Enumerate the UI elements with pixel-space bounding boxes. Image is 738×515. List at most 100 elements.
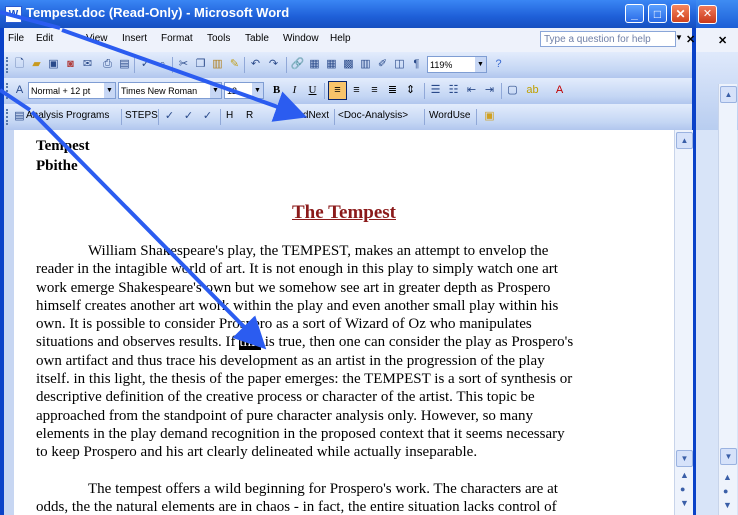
menu-help[interactable]: Help (330, 33, 351, 44)
word-app-icon[interactable]: W (5, 6, 22, 23)
paste-icon[interactable]: ▥ (210, 57, 225, 72)
text-line: The tempest offers a wild beginning for … (88, 481, 558, 497)
research-icon[interactable]: ⌕ (155, 57, 170, 72)
insert-excel-icon[interactable]: ▩ (341, 57, 356, 72)
minimize-icon[interactable]: _ (625, 4, 644, 23)
background-prev-page-icon[interactable]: ▲ (723, 472, 732, 482)
background-vertical-scrollbar[interactable]: ▲ ▼ ▲ ● ▼ (718, 84, 737, 515)
next-page-icon[interactable]: ▼ (680, 498, 689, 508)
menu-file[interactable]: File (8, 33, 24, 44)
format-painter-icon[interactable]: ✎ (227, 57, 242, 72)
toolbar-grip[interactable] (6, 57, 11, 73)
hyperlink-icon[interactable]: 🔗 (290, 57, 305, 72)
toolbar-grip[interactable] (6, 109, 11, 125)
highlight-icon[interactable]: ab (525, 83, 540, 98)
macro-icon[interactable]: ▣ (482, 109, 497, 124)
borders-icon[interactable]: ▢ (505, 83, 520, 98)
italic-icon[interactable]: I (287, 83, 302, 98)
justify-icon[interactable]: ≣ (385, 83, 400, 98)
drawing-icon[interactable]: ✐ (375, 57, 390, 72)
menu-view[interactable]: View (86, 33, 108, 44)
findnext-button[interactable]: FindNext (289, 110, 329, 121)
doc-analysis-button[interactable]: <Doc-Analysis> (338, 110, 408, 121)
menu-tools[interactable]: Tools (207, 33, 230, 44)
background-next-page-icon[interactable]: ▼ (723, 500, 732, 510)
menu-window[interactable]: Window (283, 33, 319, 44)
new-icon[interactable]: 🗋 (12, 57, 27, 72)
document-close-icon[interactable]: ✕ (686, 33, 695, 46)
scroll-down-icon[interactable]: ▼ (676, 450, 693, 467)
ask-dropdown-icon[interactable]: ▼ (675, 33, 683, 42)
font-size-dropdown-icon[interactable]: ▼ (252, 83, 263, 98)
style-combo[interactable]: Normal + 12 pt ▼ (28, 82, 116, 99)
spell-check-xyz-icon[interactable]: ✓ (200, 109, 215, 124)
menu-edit[interactable]: Edit (36, 33, 53, 44)
standard-toolbar: 🗋 ▰ ▣ ◙ ✉ ⎙ ▤ ✓ ⌕ ✂ ❐ ▥ ✎ ↶ ↷ 🔗 ▦ ▦ ▩ ▥ … (4, 52, 692, 79)
print-preview-icon[interactable]: ▤ (117, 57, 132, 72)
decrease-indent-icon[interactable]: ⇤ (464, 83, 479, 98)
align-center-icon[interactable]: ≡ (349, 83, 364, 98)
underline-icon[interactable]: U (305, 83, 320, 98)
background-scroll-down-icon[interactable]: ▼ (720, 448, 737, 465)
spell-check-abc-icon[interactable]: ✓ (162, 109, 177, 124)
analysis-programs-button[interactable]: Analysis Programs (26, 110, 109, 121)
save-icon[interactable]: ▣ (46, 57, 61, 72)
styles-pane-icon[interactable]: A (12, 83, 27, 98)
show-hide-icon[interactable]: ¶ (409, 57, 424, 72)
spelling-icon[interactable]: ✓ (138, 57, 153, 72)
maximize-icon[interactable]: □ (648, 4, 667, 23)
menu-format[interactable]: Format (161, 33, 193, 44)
font-size-combo[interactable]: 12 ▼ (224, 82, 264, 99)
tables-borders-icon[interactable]: ▦ (307, 57, 322, 72)
insert-table-icon[interactable]: ▦ (324, 57, 339, 72)
background-menu-close-icon[interactable]: ✕ (718, 34, 727, 47)
align-right-icon[interactable]: ≡ (367, 83, 382, 98)
open-icon[interactable]: ▰ (29, 57, 44, 72)
numbering-icon[interactable]: ☰ (428, 83, 443, 98)
permission-icon[interactable]: ◙ (63, 57, 78, 72)
vertical-scrollbar[interactable]: ▲ ▼ ▲ ● ▼ (674, 130, 693, 515)
bold-icon[interactable]: B (269, 83, 284, 98)
scroll-up-icon[interactable]: ▲ (676, 132, 693, 149)
title-bar[interactable]: W Tempest.doc (Read-Only) - Microsoft Wo… (0, 0, 696, 28)
toolbar-grip[interactable] (6, 83, 11, 99)
print-icon[interactable]: ⎙ (100, 57, 115, 72)
cut-icon[interactable]: ✂ (176, 57, 191, 72)
zoom-value: 119% (430, 60, 453, 70)
steps-button[interactable]: STEPS (125, 110, 158, 121)
background-scroll-up-icon[interactable]: ▲ (720, 86, 737, 103)
h-button[interactable]: H (226, 110, 233, 121)
columns-icon[interactable]: ▥ (358, 57, 373, 72)
menu-insert[interactable]: Insert (122, 33, 147, 44)
formatting-toolbar: A Normal + 12 pt ▼ Times New Roman ▼ 12 … (4, 78, 692, 105)
font-combo[interactable]: Times New Roman ▼ (118, 82, 222, 99)
text-line: work emerge Shakespeare's own but we som… (36, 279, 551, 296)
copy-icon[interactable]: ❐ (193, 57, 208, 72)
undo-icon[interactable]: ↶ (248, 57, 263, 72)
ask-question-input[interactable]: Type a question for help (540, 31, 676, 47)
bullets-icon[interactable]: ☷ (446, 83, 461, 98)
r-button[interactable]: R (246, 110, 253, 121)
previous-page-icon[interactable]: ▲ (680, 470, 689, 480)
selected-word[interactable]: this (239, 334, 261, 351)
email-icon[interactable]: ✉ (80, 57, 95, 72)
document-area[interactable]: Tempest Pbithe The Tempest William Shake… (14, 130, 674, 515)
zoom-dropdown-icon[interactable]: ▼ (475, 57, 486, 72)
browse-object-icon[interactable]: ● (680, 484, 685, 494)
redo-icon[interactable]: ↷ (266, 57, 281, 72)
spell-check-tr-icon[interactable]: ✓ (181, 109, 196, 124)
menu-bar: File Edit View Insert Format Tools Table… (4, 28, 695, 52)
worduse-button[interactable]: WordUse (429, 110, 471, 121)
menu-table[interactable]: Table (245, 33, 269, 44)
document-map-icon[interactable]: ◫ (392, 57, 407, 72)
background-browse-object-icon[interactable]: ● (723, 486, 728, 496)
font-dropdown-icon[interactable]: ▼ (210, 83, 221, 98)
increase-indent-icon[interactable]: ⇥ (482, 83, 497, 98)
zoom-combo[interactable]: 119% ▼ (427, 56, 487, 73)
close-icon[interactable]: ✕ (671, 4, 690, 23)
background-close-icon[interactable]: ✕ (698, 5, 717, 24)
font-color-icon[interactable]: A (552, 83, 567, 98)
line-spacing-icon[interactable]: ⇕ (403, 83, 418, 98)
help-icon[interactable]: ? (491, 57, 506, 72)
style-dropdown-icon[interactable]: ▼ (104, 83, 115, 98)
